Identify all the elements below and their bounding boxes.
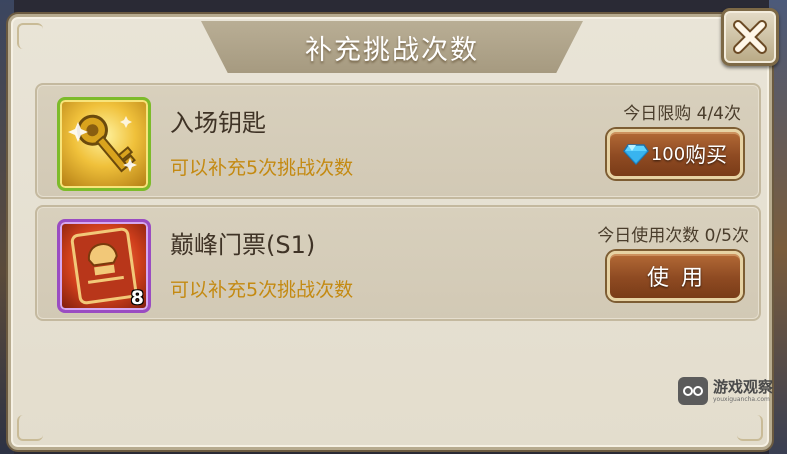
close-x-icon <box>733 20 767 54</box>
item-count-badge: 8 <box>130 287 144 309</box>
item-description: 可以补充5次挑战次数 <box>170 157 354 179</box>
use-button[interactable]: 使用 <box>607 251 743 301</box>
list-item-peak-ticket: 8 巅峰门票(S1) 可以补充5次挑战次数 今日使用次数 0/5次 使用 <box>35 205 761 321</box>
buy-button[interactable]: 100 购买 <box>607 129 743 179</box>
golden-key-icon[interactable] <box>57 97 151 191</box>
buy-label: 购买 <box>685 143 728 167</box>
corner-ornament <box>737 415 763 441</box>
item-name: 巅峰门票(S1) <box>170 231 316 259</box>
watermark-text: 游戏观察 <box>713 377 774 396</box>
corner-ornament <box>17 415 43 441</box>
watermark-url: youxiguancha.com <box>713 395 770 403</box>
watermark: 游戏观察 youxiguancha.com <box>678 376 782 406</box>
close-button[interactable] <box>721 8 779 66</box>
use-label: 使用 <box>646 266 715 291</box>
price-value: 100 <box>650 143 686 165</box>
item-description: 可以补充5次挑战次数 <box>170 279 354 301</box>
list-item-entry-key: 入场钥匙 可以补充5次挑战次数 今日限购 4/4次 100 购买 <box>35 83 761 199</box>
dialog-panel: 补充挑战次数 入场钥匙 可以补充5次挑战次数 今日限购 4/4次 100 购买 … <box>8 14 772 450</box>
title-banner: 补充挑战次数 <box>201 21 583 73</box>
item-name: 入场钥匙 <box>170 109 266 137</box>
corner-ornament <box>17 23 43 49</box>
purchase-limit: 今日限购 4/4次 <box>623 104 741 124</box>
dialog-title: 补充挑战次数 <box>305 34 479 66</box>
watermark-logo-icon <box>678 377 708 405</box>
usage-limit: 今日使用次数 0/5次 <box>597 226 749 246</box>
ticket-card-icon[interactable]: 8 <box>57 219 151 313</box>
diamond-gem-icon <box>622 144 649 165</box>
